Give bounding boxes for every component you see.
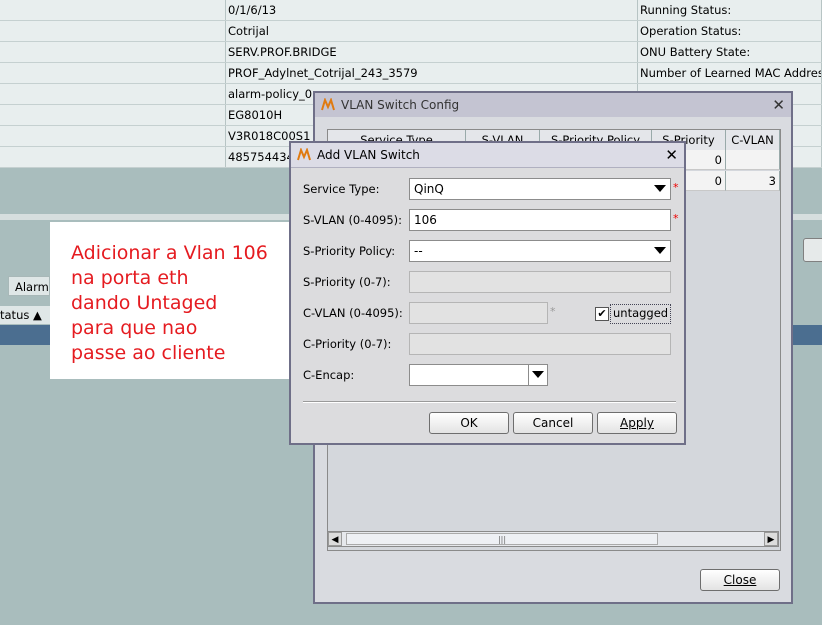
table-row: PROF_Adylnet_Cotrijal_243_3579 Number of… — [0, 63, 822, 84]
chevron-down-icon — [654, 247, 666, 254]
table-row: Cotrijal Operation Status: — [0, 21, 822, 42]
close-icon[interactable]: ✕ — [665, 143, 678, 167]
cancel-button[interactable]: Cancel — [513, 412, 593, 434]
cencap-select[interactable] — [409, 364, 548, 386]
divider — [303, 401, 676, 403]
svlan-input[interactable]: 106 — [409, 209, 671, 231]
table-cell[interactable]: 3 — [726, 171, 780, 191]
service-type-label: Service Type: — [303, 182, 380, 196]
selected-row-edge — [792, 325, 822, 345]
spriority-label: S-Priority (0-7): — [303, 275, 391, 289]
close-button[interactable]: Close — [700, 569, 780, 591]
app-logo-icon — [297, 148, 311, 161]
property-label: Operation Status: — [638, 21, 822, 41]
property-value: 0/1/6/13 — [226, 0, 638, 20]
apply-button[interactable]: Apply — [597, 412, 677, 434]
tab-alarm[interactable]: Alarm — [8, 276, 50, 296]
callout-line: dando Untaged — [71, 292, 218, 314]
service-type-select[interactable]: QinQ — [409, 178, 671, 200]
spriority-policy-select[interactable]: -- — [409, 240, 671, 262]
property-label: Number of Learned MAC Address — [638, 63, 822, 83]
cencap-label: C-Encap: — [303, 368, 355, 382]
horizontal-scrollbar[interactable]: ◀ ||| ▶ — [327, 531, 779, 547]
dialog-title: Add VLAN Switch — [317, 148, 420, 162]
property-value: Cotrijal — [226, 21, 638, 41]
callout-line: Adicionar a Vlan 106 — [71, 242, 268, 264]
dialog-titlebar[interactable]: Add VLAN Switch ✕ — [291, 143, 684, 168]
spriority-policy-label: S-Priority Policy: — [303, 244, 396, 258]
dialog-titlebar[interactable]: VLAN Switch Config ✕ — [315, 93, 791, 117]
scrollbar-thumb[interactable]: ||| — [346, 533, 658, 545]
chevron-down-icon — [654, 185, 666, 192]
untagged-checkbox[interactable]: ✔ — [595, 307, 609, 321]
ok-button[interactable]: OK — [429, 412, 509, 434]
svlan-label: S-VLAN (0-4095): — [303, 213, 403, 227]
sort-up-icon: ▲ — [33, 308, 42, 322]
selected-row[interactable] — [0, 325, 50, 345]
table-row: SERV.PROF.BRIDGE ONU Battery State: — [0, 42, 822, 63]
property-label: Running Status: — [638, 0, 822, 20]
cpriority-input[interactable] — [409, 333, 671, 355]
property-value: PROF_Adylnet_Cotrijal_243_3579 — [226, 63, 638, 83]
property-value: SERV.PROF.BRIDGE — [226, 42, 638, 62]
required-marker: * — [673, 181, 679, 194]
required-marker: * — [550, 305, 556, 318]
cpriority-label: C-Priority (0-7): — [303, 337, 392, 351]
cvlan-label: C-VLAN (0-4095): — [303, 306, 403, 320]
close-icon[interactable]: ✕ — [772, 93, 785, 117]
callout-line: para que nao — [71, 317, 198, 339]
table-row: 0/1/6/13 Running Status: — [0, 0, 822, 21]
annotation-callout: Adicionar a Vlan 106 na porta eth dando … — [50, 222, 290, 379]
status-column-header[interactable]: tatus ▲ — [0, 306, 50, 324]
property-label: ONU Battery State: — [638, 42, 822, 62]
required-marker: * — [673, 212, 679, 225]
callout-line: na porta eth — [71, 267, 189, 289]
untagged-label[interactable]: untagged — [610, 304, 672, 324]
app-logo-icon — [321, 98, 335, 111]
scroll-left-icon[interactable]: ◀ — [328, 532, 342, 546]
table-cell[interactable] — [726, 150, 780, 170]
column-header[interactable]: C-VLAN — [726, 130, 780, 150]
spriority-input[interactable] — [409, 271, 671, 293]
scroll-right-icon[interactable]: ▶ — [764, 532, 778, 546]
dialog-title: VLAN Switch Config — [341, 98, 460, 112]
callout-line: passe ao cliente — [71, 342, 226, 364]
cvlan-input[interactable] — [409, 302, 548, 324]
chevron-down-icon — [532, 371, 544, 378]
add-vlan-switch-dialog: Add VLAN Switch ✕ Service Type: QinQ * S… — [289, 141, 686, 445]
side-button[interactable] — [803, 238, 822, 262]
dropdown-button[interactable] — [528, 365, 547, 385]
